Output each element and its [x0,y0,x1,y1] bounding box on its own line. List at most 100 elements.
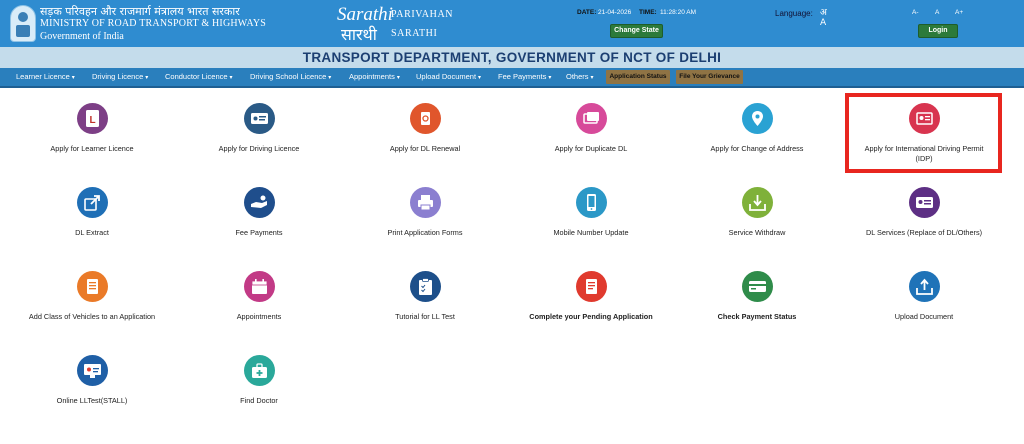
location-pin-icon[interactable] [741,103,773,134]
sarathi-logo-hindi: सारथी [341,25,377,44]
ministry-name-english: MINISTRY OF ROAD TRANSPORT & HIGHWAYS [40,18,267,29]
service-tile-label[interactable]: DL Services (Replace of DL/Others) [839,228,1009,238]
parivahan-text: PARIVAHAN [391,9,454,20]
font-normal-button[interactable]: A [935,9,939,16]
duplicate-dl-icon[interactable] [575,103,607,134]
doctor-bag-icon[interactable] [243,355,275,386]
service-tile[interactable]: Check Payment Status [672,271,842,341]
nav-label: Others [566,72,589,81]
service-tile-label[interactable]: Find Doctor [174,396,344,406]
mobile-phone-icon[interactable] [575,187,607,218]
share-out-icon[interactable] [76,187,108,218]
service-tile[interactable]: Service Withdraw [672,187,842,257]
language-toggle-icon[interactable]: अ A [820,5,834,28]
main-navigation: Learner Licence ▾ Driving Licence ▾ Conduc… [0,68,1024,86]
service-tile[interactable]: Tutorial for LL Test [340,271,510,341]
pending-document-icon[interactable] [575,271,607,302]
service-tile-label[interactable]: DL Extract [7,228,177,238]
learner-l-icon[interactable]: L [76,103,108,134]
service-tile-label[interactable]: Fee Payments [174,228,344,238]
nav-file-grievance[interactable]: File Your Grievance [676,70,743,84]
document-list-icon[interactable] [76,271,108,302]
service-tile[interactable]: Add Class of Vehicles to an Application [7,271,177,341]
nav-appointments[interactable]: Appointments ▾ [349,68,400,86]
government-of-india: Government of India [40,31,124,42]
service-tile-label[interactable]: Complete your Pending Application [506,312,676,322]
service-tile[interactable]: Apply for Duplicate DL [506,103,676,173]
idp-highlight-box [845,93,1002,173]
service-tile[interactable]: Mobile Number Update [506,187,676,257]
service-tile[interactable]: L Apply for Learner Licence [7,103,177,173]
service-tile-label[interactable]: Apply for Duplicate DL [506,144,676,154]
font-increase-button[interactable]: A+ [955,9,963,16]
national-emblem-icon [10,5,36,42]
service-tile-label[interactable]: Online LLTest(STALL) [7,396,177,406]
nav-upload-document[interactable]: Upload Document ▾ [416,68,481,86]
service-tile-label[interactable]: Upload Document [839,312,1009,322]
service-tile-label[interactable]: Apply for DL Renewal [340,144,510,154]
service-tile-label[interactable]: Tutorial for LL Test [340,312,510,322]
service-tile-label[interactable]: Service Withdraw [672,228,842,238]
department-title-band: TRANSPORT DEPARTMENT, GOVERNMENT OF NCT … [0,47,1024,68]
nav-conductor-licence[interactable]: Conductor Licence ▾ [165,68,233,86]
chevron-down-icon: ▾ [396,75,400,81]
nav-fee-payments[interactable]: Fee Payments ▾ [498,68,551,86]
service-tile[interactable]: Fee Payments [174,187,344,257]
service-tile-label[interactable]: Mobile Number Update [506,228,676,238]
nav-label: Fee Payments [498,72,547,81]
chevron-down-icon: ▾ [548,75,552,81]
service-tile[interactable]: Upload Document [839,271,1009,341]
service-tile[interactable]: DL Extract [7,187,177,257]
service-tile-label[interactable]: Appointments [174,312,344,322]
login-button[interactable]: Login [918,24,958,38]
nav-application-status[interactable]: Application Status [606,70,670,84]
printer-icon[interactable] [409,187,441,218]
service-tile[interactable]: Apply for Change of Address [672,103,842,173]
nav-learner-licence[interactable]: Learner Licence ▾ [16,68,75,86]
calendar-icon[interactable] [243,271,275,302]
date-value: 21-04-2026 [598,9,632,16]
nav-driving-licence[interactable]: Driving Licence ▾ [92,68,148,86]
chevron-down-icon: ▾ [71,75,75,81]
chevron-down-icon: ▾ [229,75,233,81]
withdraw-tray-icon[interactable] [741,187,773,218]
service-tile-label[interactable]: Apply for Driving Licence [174,144,344,154]
service-tile[interactable]: Complete your Pending Application [506,271,676,341]
service-tile-label[interactable]: Apply for Change of Address [672,144,842,154]
dl-renewal-icon[interactable] [409,103,441,134]
service-tile[interactable]: Apply for Driving Licence [174,103,344,173]
font-decrease-button[interactable]: A- [912,9,919,16]
chevron-down-icon: ▾ [145,75,149,81]
service-tile-label[interactable]: Add Class of Vehicles to an Application [7,312,177,322]
service-tile[interactable]: Apply for DL Renewal [340,103,510,173]
service-tile-label[interactable]: Apply for Learner Licence [7,144,177,154]
driving-licence-card-icon[interactable] [243,103,275,134]
service-tile[interactable]: Appointments [174,271,344,341]
clipboard-icon[interactable] [409,271,441,302]
service-tile-label[interactable]: Check Payment Status [672,312,842,322]
id-card-icon[interactable] [908,187,940,218]
monitor-test-icon[interactable] [76,355,108,386]
ministry-name-hindi: सड़क परिवहन और राजमार्ग मंत्रालय भारत सर… [40,5,240,18]
nav-divider [0,86,1024,88]
hand-coin-icon[interactable] [243,187,275,218]
upload-icon[interactable] [908,271,940,302]
time-value: 11:28:20 AM [660,9,697,16]
nav-label: Learner Licence [16,72,70,81]
change-state-button[interactable]: Change State [610,24,663,38]
nav-driving-school-licence[interactable]: Driving School Licence ▾ [250,68,331,86]
svg-text:L: L [89,115,95,126]
service-tile[interactable]: Find Doctor [174,355,344,425]
time-label: TIME: [639,9,657,16]
payment-card-icon[interactable] [741,271,773,302]
service-tile[interactable]: DL Services (Replace of DL/Others) [839,187,1009,257]
service-tile[interactable]: Online LLTest(STALL) [7,355,177,425]
nav-label: Conductor Licence [165,72,228,81]
service-tile-label[interactable]: Print Application Forms [340,228,510,238]
sarathi-logo[interactable]: Sarathi सारथी [337,4,393,44]
nav-others[interactable]: Others ▾ [566,68,594,86]
chevron-down-icon: ▾ [590,75,594,81]
nav-label: Appointments [349,72,395,81]
language-label: Language: [775,9,813,18]
service-tile[interactable]: Print Application Forms [340,187,510,257]
